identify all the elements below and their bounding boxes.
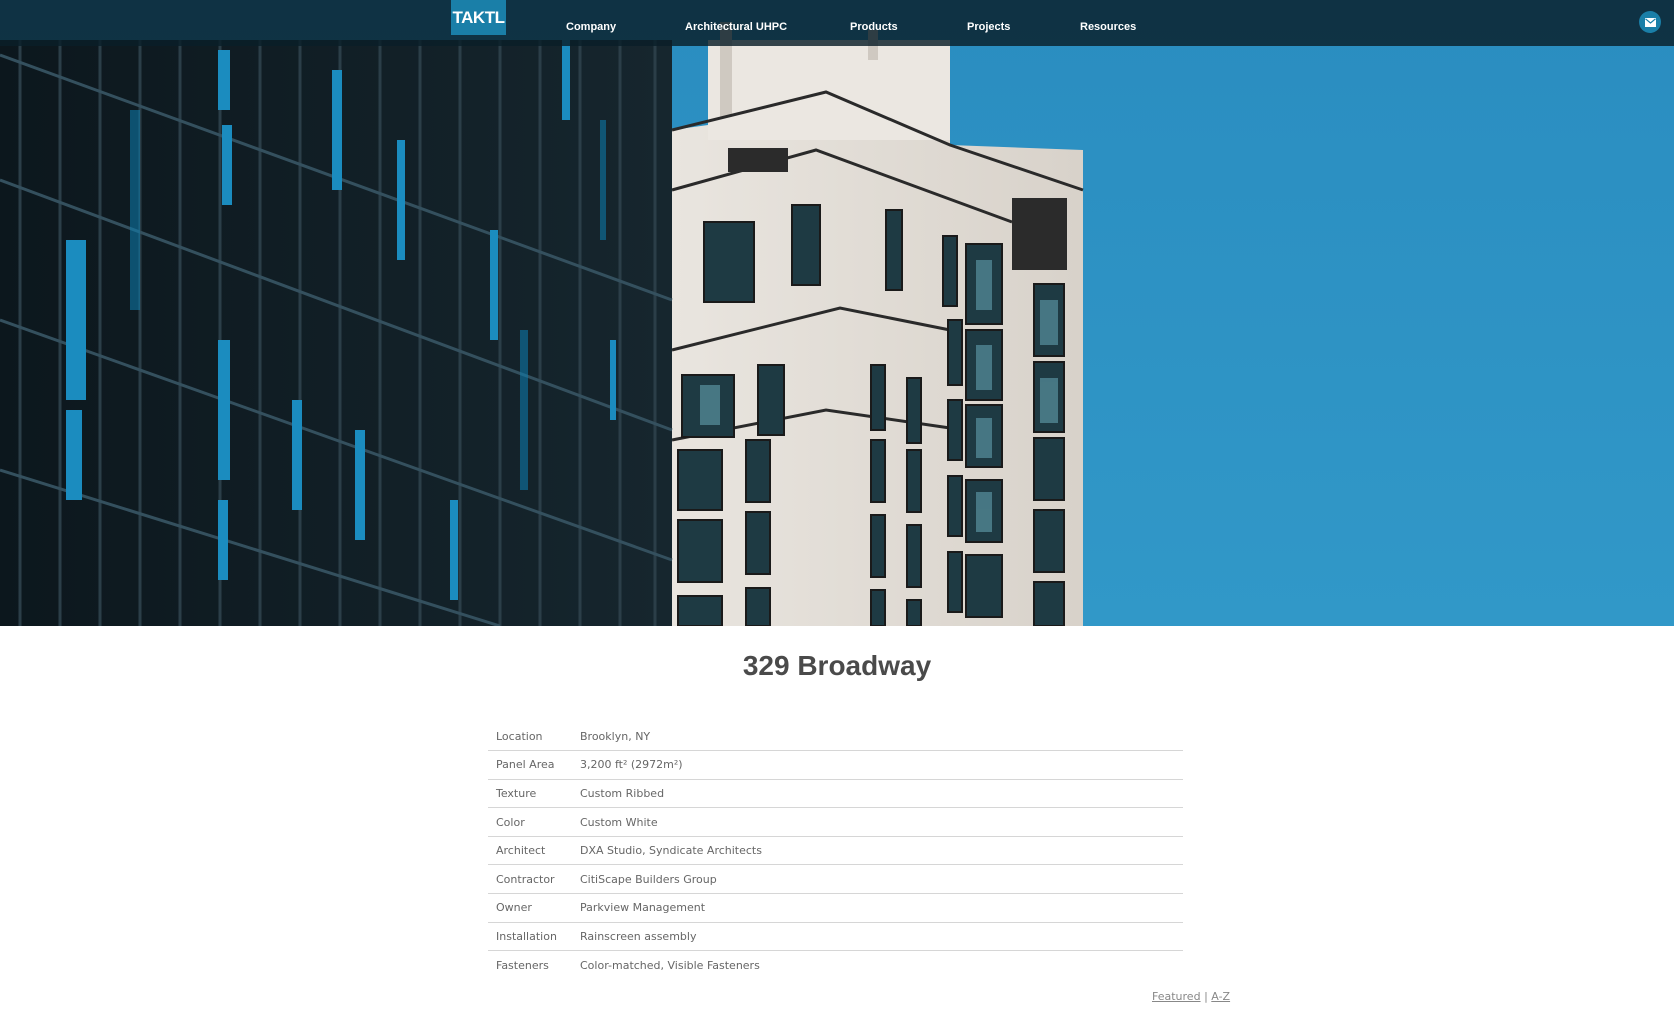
top-nav: TAKTL Company Architectural UHPC Product…: [0, 0, 1674, 46]
table-row: Owner Parkview Management: [488, 893, 1183, 923]
spec-label: Contractor: [488, 864, 580, 894]
table-row: Texture Custom Ribbed: [488, 778, 1183, 808]
spec-value: DXA Studio, Syndicate Architects: [580, 835, 1183, 865]
table-row: Contractor CitiScape Builders Group: [488, 864, 1183, 894]
table-row: Location Brooklyn, NY: [488, 722, 1183, 751]
spec-value: CitiScape Builders Group: [580, 864, 1183, 894]
spec-label: Installation: [488, 921, 580, 951]
nav-item-resources[interactable]: Resources: [1080, 21, 1136, 33]
link-separator: |: [1204, 990, 1208, 1003]
table-row: Installation Rainscreen assembly: [488, 921, 1183, 951]
spec-label: Color: [488, 807, 580, 837]
nav-item-company[interactable]: Company: [566, 21, 616, 33]
contact-button[interactable]: [1639, 11, 1661, 33]
spec-value: Parkview Management: [580, 893, 1183, 923]
page-title: 329 Broadway: [742, 650, 932, 681]
building-photo: [0, 0, 1674, 626]
nav-item-products[interactable]: Products: [850, 21, 898, 33]
spec-label: Fasteners: [488, 950, 580, 980]
table-row: Fasteners Color-matched, Visible Fastene…: [488, 950, 1183, 980]
nav-item-projects[interactable]: Projects: [967, 21, 1010, 33]
dark-facade: [0, 40, 673, 626]
spec-label: Location: [496, 729, 543, 743]
table-row: Architect DXA Studio, Syndicate Architec…: [488, 835, 1183, 865]
table-row: Panel Area 3,200 ft² (2972m²): [488, 750, 1183, 780]
nav-item-architectural-uhpc[interactable]: Architectural UHPC: [685, 21, 787, 33]
spec-value: Custom Ribbed: [580, 778, 1183, 808]
featured-link[interactable]: Featured: [1152, 990, 1201, 1003]
spec-label: Panel Area: [488, 750, 580, 780]
spec-label: Texture: [488, 778, 580, 808]
spec-value: 3,200 ft² (2972m²): [580, 750, 1183, 780]
a-z-link[interactable]: A-Z: [1211, 990, 1230, 1003]
project-specs-table: Location Brooklyn, NY Panel Area 3,200 f…: [488, 722, 1183, 980]
taktl-logo[interactable]: TAKTL: [451, 0, 506, 35]
mail-icon: [1644, 17, 1656, 27]
spec-value: Color-matched, Visible Fasteners: [580, 950, 1183, 980]
spec-value: Custom White: [580, 807, 1183, 837]
table-row: Color Custom White: [488, 807, 1183, 837]
spec-label: Owner: [488, 893, 580, 923]
spec-value: Rainscreen assembly: [580, 921, 1183, 951]
spec-label: Architect: [488, 835, 580, 865]
project-list-links: Featured | A-Z: [1152, 990, 1230, 1003]
spec-value: Brooklyn, NY: [580, 729, 651, 743]
hero-image: [0, 0, 1674, 626]
